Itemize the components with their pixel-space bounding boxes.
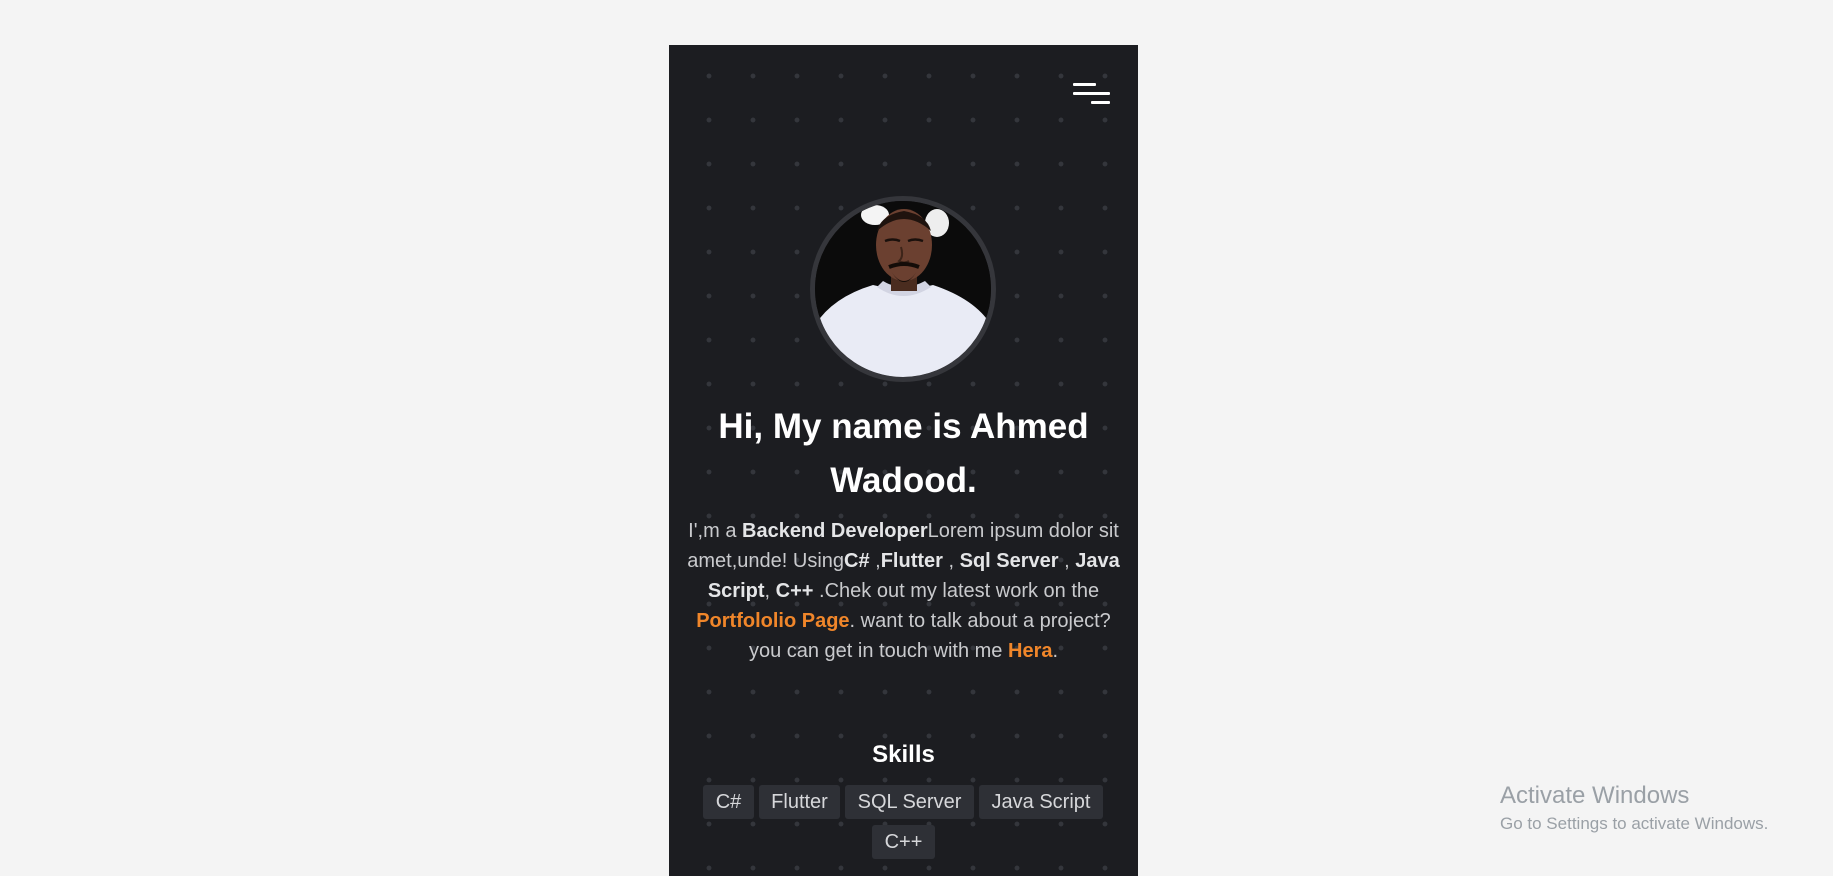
bio-role: Backend Developer — [742, 520, 928, 542]
page-title: Hi, My name is Ahmed Wadood. — [718, 407, 1089, 500]
skill-tag-java-script: Java Script — [979, 785, 1103, 819]
menu-line-top — [1073, 83, 1096, 86]
windows-activation-watermark: Activate Windows Go to Settings to activ… — [1500, 781, 1768, 835]
watermark-subtitle: Go to Settings to activate Windows. — [1500, 814, 1769, 833]
skill-tag-flutter: Flutter — [759, 785, 840, 819]
portfolio-mobile-view: Hi, My name is Ahmed Wadood. I',m a Back… — [669, 45, 1138, 876]
watermark-title: Activate Windows — [1500, 782, 1690, 809]
skills-heading: Skills — [872, 741, 935, 768]
bio-prefix: I',m a — [688, 520, 742, 542]
bio-mid: .Chek out my latest work on the — [813, 580, 1100, 602]
portfolio-link[interactable]: Portfololio Page — [696, 610, 849, 632]
bio-skill-cpp: C++ — [775, 580, 814, 602]
profile-avatar — [810, 196, 996, 382]
skill-tag-cpp: C++ — [872, 825, 935, 859]
bio-paragraph: I',m a Backend DeveloperLorem ipsum dolo… — [685, 516, 1122, 666]
bio-end: . — [1052, 640, 1059, 662]
bio-sep: , — [1058, 550, 1076, 572]
skill-tag-csharp: C# — [703, 785, 754, 819]
bio-sep: , — [764, 580, 776, 602]
bio-skill-csharp: C# — [844, 550, 870, 572]
menu-line-bottom — [1091, 101, 1110, 104]
bio-skill-flutter: Flutter — [880, 550, 943, 572]
skill-tag-sql-server: SQL Server — [845, 785, 974, 819]
hamburger-menu-icon[interactable] — [1072, 83, 1112, 113]
bio-sep: , — [869, 550, 881, 572]
menu-line-middle — [1073, 92, 1110, 95]
bio-sep: , — [942, 550, 960, 572]
bio-skill-sql: Sql Server — [959, 550, 1059, 572]
avatar-portrait — [815, 201, 991, 377]
contact-link[interactable]: Hera — [1008, 640, 1052, 662]
